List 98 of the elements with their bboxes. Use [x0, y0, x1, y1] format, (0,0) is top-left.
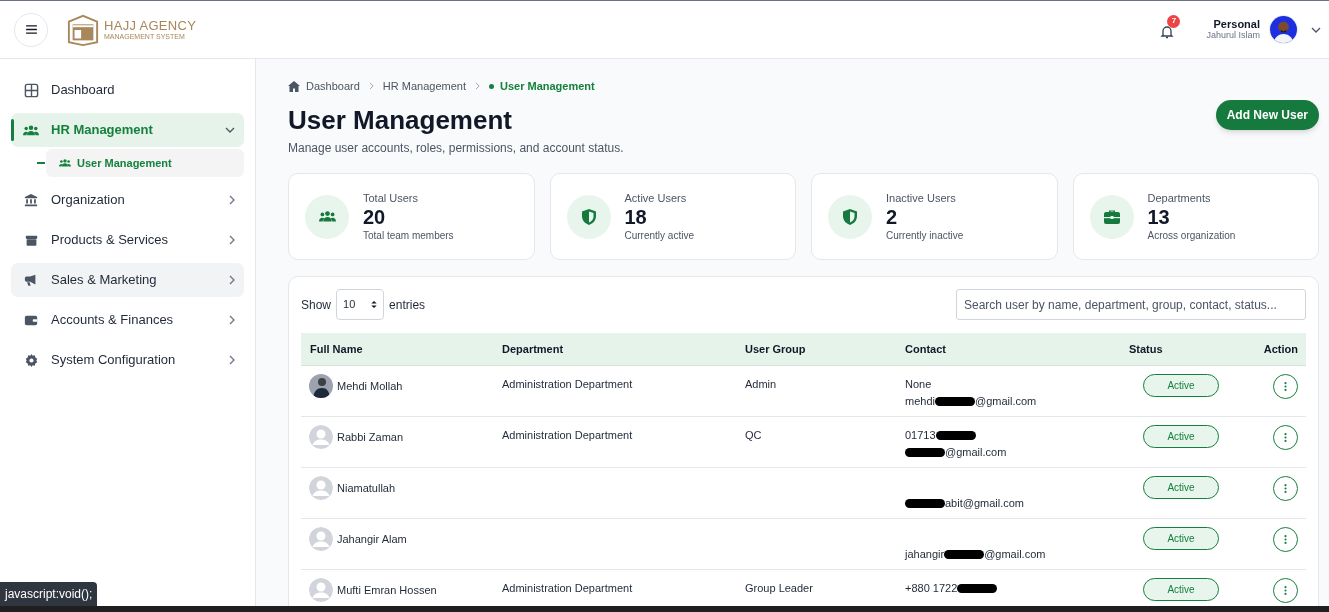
- contact-text: abit@gmail.com: [945, 496, 1025, 511]
- sidebar-item[interactable]: Dashboard: [11, 73, 244, 107]
- user-name-cell-text: Jahangir Alam: [337, 531, 407, 547]
- more-icon: [1284, 534, 1287, 545]
- redaction-mark: [905, 448, 945, 457]
- breadcrumb-link[interactable]: HR Management: [382, 77, 466, 95]
- avatar-placeholder-icon: [309, 425, 333, 449]
- stat-note: Currently active: [624, 230, 694, 241]
- sidebar-item[interactable]: Products & Services: [11, 223, 244, 257]
- shield-icon: [580, 207, 597, 226]
- updown-icon: [371, 300, 378, 309]
- user-name-cell-text: Mehdi Mollah: [337, 378, 403, 394]
- contact-text: jahangir: [905, 547, 945, 562]
- stat-label: Inactive Users: [886, 192, 957, 204]
- contact-text: 01713: [905, 428, 936, 443]
- user-role: Personal: [1213, 19, 1260, 30]
- search-field[interactable]: Search user by name, department, group, contact, status...: [956, 289, 1306, 320]
- show-label: Show: [301, 296, 332, 314]
- column-header: Status: [1129, 341, 1164, 357]
- column-header: User Group: [745, 341, 807, 357]
- stat-note: Currently inactive: [886, 230, 964, 241]
- redaction-mark: [957, 584, 998, 593]
- page-subtitle: Manage user accounts, roles, permissions, and account status.: [288, 140, 624, 157]
- stat-value: 2: [886, 206, 899, 227]
- status-tooltip: javascript:void();: [0, 582, 98, 606]
- breadcrumb-link[interactable]: Dashboard: [306, 77, 360, 95]
- column-header: Action: [1262, 341, 1299, 357]
- more-icon: [1284, 585, 1287, 596]
- department-cell: Administration Department: [502, 429, 633, 441]
- department-cell: Administration Department: [502, 582, 633, 594]
- stat-note: Across organization: [1147, 230, 1236, 241]
- contact-text: +880 1722: [905, 581, 958, 596]
- stat-note: Total team members: [363, 230, 454, 241]
- user-name-cell-text: Niamatullah: [337, 480, 396, 496]
- users-icon: [318, 210, 336, 223]
- stat-value: 18: [624, 206, 648, 227]
- shield-icon: [842, 207, 858, 226]
- redaction-mark: [935, 431, 976, 440]
- sidebar-item[interactable]: HR Management: [11, 113, 244, 147]
- department-cell: Administration Department: [502, 378, 633, 390]
- users-icon: [59, 158, 71, 168]
- contact-text: @gmail.com: [974, 394, 1037, 409]
- stat-value: 13: [1147, 206, 1171, 227]
- dropdown-chevron-icon: [1311, 26, 1321, 33]
- more-icon: [1284, 432, 1287, 443]
- user-name-cell-text: Rabbi Zaman: [337, 429, 404, 445]
- status-badge: Active: [1143, 374, 1219, 397]
- chevron-icon: [475, 82, 480, 90]
- more-icon: [1284, 483, 1287, 494]
- avatar-placeholder-icon: [309, 578, 333, 602]
- user-group-cell: QC: [745, 429, 762, 441]
- contact-text: @gmail.com: [945, 445, 1007, 460]
- logo-title: HAJJ AGENCY: [104, 19, 197, 32]
- redaction-mark: [944, 550, 985, 559]
- contact-text: None: [905, 377, 932, 392]
- redaction-mark: [905, 499, 945, 508]
- contact-text: @gmail.com: [984, 547, 1046, 562]
- grid-icon: [23, 82, 39, 98]
- column-header: Department: [502, 341, 565, 357]
- contact-text: mehdi: [905, 394, 935, 409]
- briefcase-icon: [1102, 208, 1121, 225]
- notification-badge: 7: [1167, 14, 1181, 28]
- column-header: Full Name: [309, 341, 364, 357]
- page-size-select[interactable]: 10: [336, 289, 385, 320]
- stat-value: 20: [363, 206, 387, 227]
- status-badge: Active: [1143, 476, 1219, 499]
- breadcrumb-current: User Management: [500, 78, 595, 94]
- avatar-placeholder-icon: [309, 527, 333, 551]
- wallet-icon: [23, 313, 39, 327]
- gear-icon: [23, 353, 39, 367]
- stat-label: Total Users: [363, 192, 420, 204]
- sidebar-item[interactable]: Sales & Marketing: [11, 263, 244, 297]
- more-icon: [1284, 381, 1287, 392]
- sidebar-item[interactable]: Organization: [11, 183, 244, 217]
- chevron-icon: [368, 82, 374, 90]
- user-name: Jahurul Islam: [1206, 31, 1260, 40]
- user-group-cell: Group Leader: [745, 582, 813, 594]
- stat-label: Active Users: [624, 192, 688, 204]
- redaction-mark: [934, 397, 975, 406]
- entries-label: entries: [389, 296, 426, 314]
- status-badge: Active: [1143, 527, 1219, 550]
- menu-icon: [25, 25, 37, 34]
- column-header: Contact: [905, 341, 947, 357]
- add-user-button[interactable]: Add New User: [1215, 100, 1319, 130]
- users-icon: [23, 123, 39, 137]
- status-badge: Active: [1143, 578, 1219, 601]
- home-icon: [288, 80, 300, 92]
- avatar-placeholder-icon: [309, 476, 333, 500]
- user-group-cell: Admin: [745, 378, 777, 390]
- stat-label: Departments: [1147, 192, 1212, 204]
- sidebar-item[interactable]: Accounts & Finances: [11, 303, 244, 337]
- bank-icon: [23, 193, 39, 207]
- sidebar-item[interactable]: System Configuration: [11, 343, 244, 377]
- status-badge: Active: [1143, 425, 1219, 448]
- box-icon: [23, 233, 39, 247]
- sidebar-subitem[interactable]: User Management: [46, 149, 244, 177]
- user-name-cell-text: Mufti Emran Hossen: [337, 582, 437, 598]
- page-title: User Management: [288, 104, 513, 137]
